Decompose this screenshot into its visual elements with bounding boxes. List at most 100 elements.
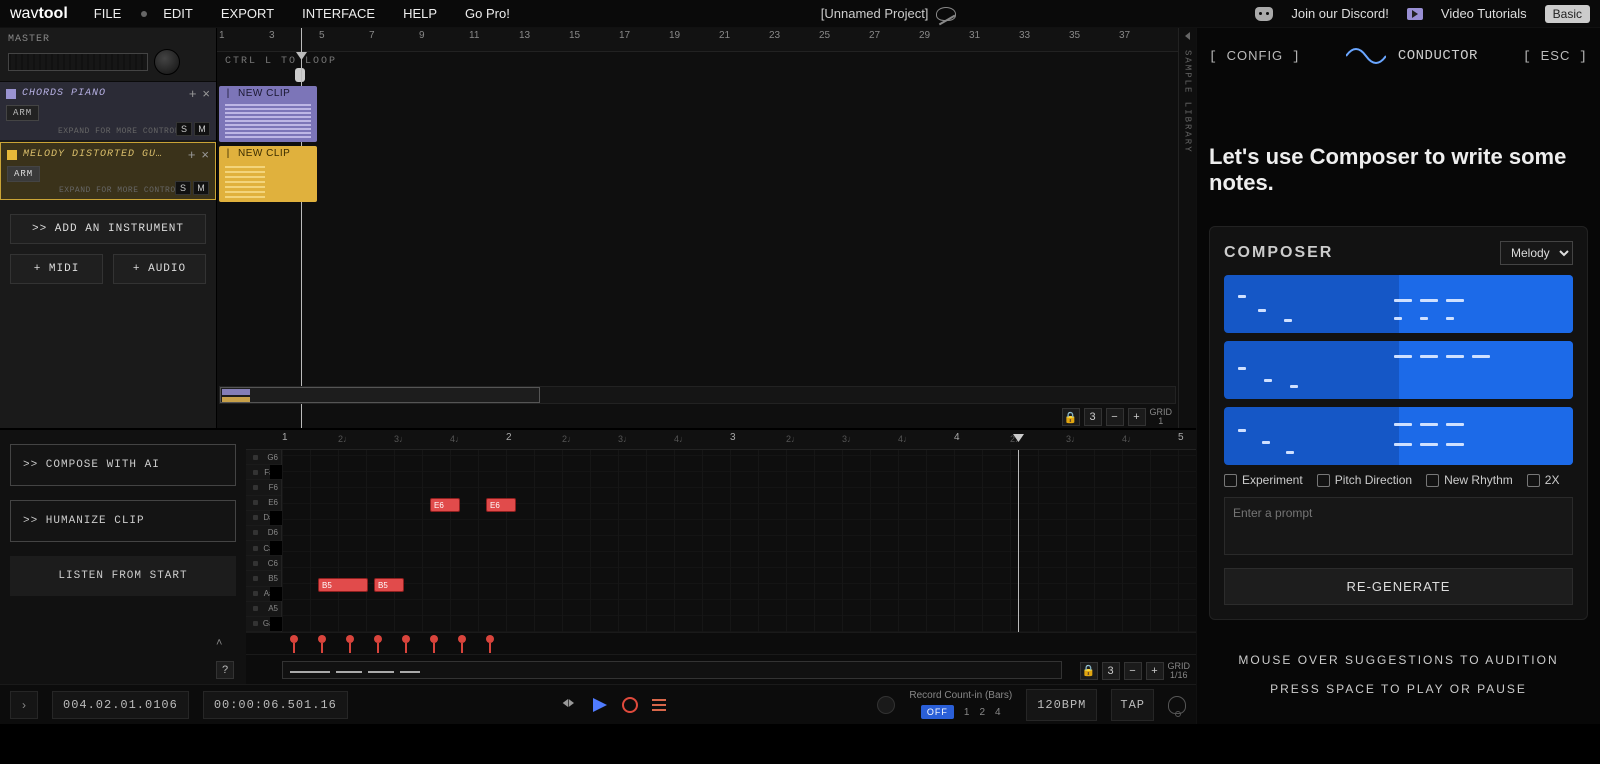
bpm-display[interactable]: 120BPM [1026, 689, 1097, 721]
track-close-icon[interactable]: × [201, 147, 209, 162]
tap-tempo-button[interactable]: TAP [1111, 689, 1154, 721]
suggestion-2[interactable] [1224, 341, 1573, 399]
esc-button[interactable]: [ ESC ] [1523, 48, 1588, 64]
listen-button[interactable]: LISTEN FROM START [10, 556, 236, 596]
track-chords-piano[interactable]: CHORDS PIANO +× ARM EXPAND FOR MORE CONT… [0, 82, 216, 140]
note-marker[interactable] [346, 635, 354, 643]
grid-lock-button[interactable]: 🔒 [1080, 662, 1098, 680]
track-close-icon[interactable]: × [202, 86, 210, 101]
note-markers-lane[interactable]: ˄ [246, 632, 1196, 654]
video-tutorials-link[interactable]: Video Tutorials [1441, 6, 1527, 21]
midi-note[interactable]: B5 [374, 578, 404, 592]
queue-icon[interactable] [652, 699, 666, 711]
lane-help-button[interactable]: ? [216, 661, 234, 679]
velocity-segment[interactable] [368, 671, 394, 673]
minimap[interactable] [219, 386, 1176, 404]
solo-button[interactable]: S [176, 122, 192, 136]
menu-edit[interactable]: EDIT [151, 2, 205, 25]
countin-2[interactable]: 2 [979, 707, 985, 718]
arrange-ruler[interactable]: 135791113151719212325272931333537 [217, 28, 1178, 52]
piano-key[interactable]: C6 [246, 556, 281, 571]
position-display[interactable]: 004.02.01.0106 [52, 691, 189, 719]
velocity-segment[interactable] [290, 671, 330, 673]
arrange-timeline[interactable]: 135791113151719212325272931333537 CTRL L… [216, 28, 1178, 428]
arm-button[interactable]: ARM [7, 166, 40, 182]
clip-guitar[interactable]: | NEW CLIP [219, 146, 317, 202]
midi-note[interactable]: E6 [430, 498, 460, 512]
clip-piano[interactable]: | NEW CLIP [219, 86, 317, 142]
velocity-region[interactable] [282, 661, 1062, 679]
composer-checkbox[interactable]: Pitch Direction [1317, 473, 1412, 487]
pianoroll-ruler[interactable]: 12♩3♩4♩22♩3♩4♩32♩3♩4♩42♩3♩4♩52♩3♩4♩ [246, 430, 1196, 450]
minimap-window[interactable] [220, 387, 540, 403]
piano-key[interactable]: C#6 [246, 541, 281, 556]
velocity-lane[interactable]: ? 🔒 3 − + GRID1/16 [246, 654, 1196, 684]
piano-key[interactable]: F#6 [246, 465, 281, 480]
metronome-icon[interactable] [1168, 696, 1186, 714]
grid-lock-button[interactable]: 🔒 [1062, 408, 1080, 426]
note-marker[interactable] [318, 635, 326, 643]
note-marker[interactable] [430, 635, 438, 643]
countin-4[interactable]: 4 [995, 707, 1001, 718]
grid-plus-button[interactable]: + [1146, 662, 1164, 680]
note-marker[interactable] [458, 635, 466, 643]
piano-key[interactable]: B5 [246, 571, 281, 586]
midi-note[interactable]: E6 [486, 498, 516, 512]
time-display[interactable]: 00:00:06.501.16 [203, 691, 348, 719]
mute-button[interactable]: M [193, 181, 209, 195]
pianoroll-keys[interactable]: G6F#6F6E6D#6D6C#6C6B5A#5A5G#5 [246, 450, 282, 632]
piano-key[interactable]: G6 [246, 450, 281, 465]
plan-badge[interactable]: Basic [1545, 5, 1590, 23]
count-in-control[interactable]: Record Count-in (Bars) OFF 1 2 4 [909, 690, 1012, 719]
velocity-segment[interactable] [336, 671, 362, 673]
add-midi-button[interactable]: + MIDI [10, 254, 103, 284]
countin-1[interactable]: 1 [964, 707, 970, 718]
grid-minus-button[interactable]: − [1124, 662, 1142, 680]
menu-help[interactable]: HELP [391, 2, 449, 25]
rewind-button[interactable] [560, 695, 576, 714]
track-melody-guitar[interactable]: MELODY DISTORTED GU… +× ARM EXPAND FOR M… [0, 142, 216, 200]
piano-key[interactable]: F6 [246, 480, 281, 495]
piano-key[interactable]: A#5 [246, 587, 281, 602]
track-add-icon[interactable]: + [188, 147, 196, 162]
menu-go-pro[interactable]: Go Pro! [453, 2, 522, 25]
midi-note[interactable]: B5 [318, 578, 368, 592]
suggestion-3[interactable] [1224, 407, 1573, 465]
pianoroll-playhead[interactable] [1018, 450, 1019, 632]
compose-ai-button[interactable]: >> COMPOSE WITH AI [10, 444, 236, 486]
piano-key[interactable]: D6 [246, 526, 281, 541]
pianoroll-grid[interactable]: B5 B5 E6 E6 [282, 450, 1196, 632]
menu-export[interactable]: EXPORT [209, 2, 286, 25]
discord-link[interactable]: Join our Discord! [1291, 6, 1389, 21]
composer-prompt-input[interactable] [1224, 497, 1573, 555]
piano-key[interactable]: D#6 [246, 511, 281, 526]
piano-key[interactable]: G#5 [246, 617, 281, 632]
play-button[interactable] [590, 696, 608, 714]
piano-key[interactable]: A5 [246, 602, 281, 617]
collapse-lane-icon[interactable]: ˄ [216, 637, 222, 649]
config-button[interactable]: [ CONFIG ] [1209, 48, 1301, 64]
loop-marker[interactable] [295, 68, 305, 82]
master-gain-knob[interactable] [154, 49, 180, 75]
transport-menu-button[interactable]: › [10, 691, 38, 719]
sample-library-tab[interactable]: SAMPLE LIBRARY [1178, 28, 1196, 428]
suggestion-1[interactable] [1224, 275, 1573, 333]
composer-checkbox[interactable]: New Rhythm [1426, 473, 1513, 487]
grid-value[interactable]: 3 [1084, 408, 1102, 426]
record-button[interactable] [622, 697, 638, 713]
composer-checkbox[interactable]: Experiment [1224, 473, 1303, 487]
project-title[interactable]: [Unnamed Project] [821, 6, 929, 21]
note-marker[interactable] [402, 635, 410, 643]
grid-minus-button[interactable]: − [1106, 408, 1124, 426]
note-marker[interactable] [486, 635, 494, 643]
add-instrument-button[interactable]: >> ADD AN INSTRUMENT [10, 214, 206, 244]
velocity-segment[interactable] [400, 671, 420, 673]
arm-button[interactable]: ARM [6, 105, 39, 121]
solo-button[interactable]: S [175, 181, 191, 195]
regenerate-button[interactable]: RE-GENERATE [1224, 568, 1573, 605]
countin-off[interactable]: OFF [921, 705, 954, 719]
grid-value[interactable]: 3 [1102, 662, 1120, 680]
grid-plus-button[interactable]: + [1128, 408, 1146, 426]
note-marker[interactable] [290, 635, 298, 643]
note-marker[interactable] [374, 635, 382, 643]
